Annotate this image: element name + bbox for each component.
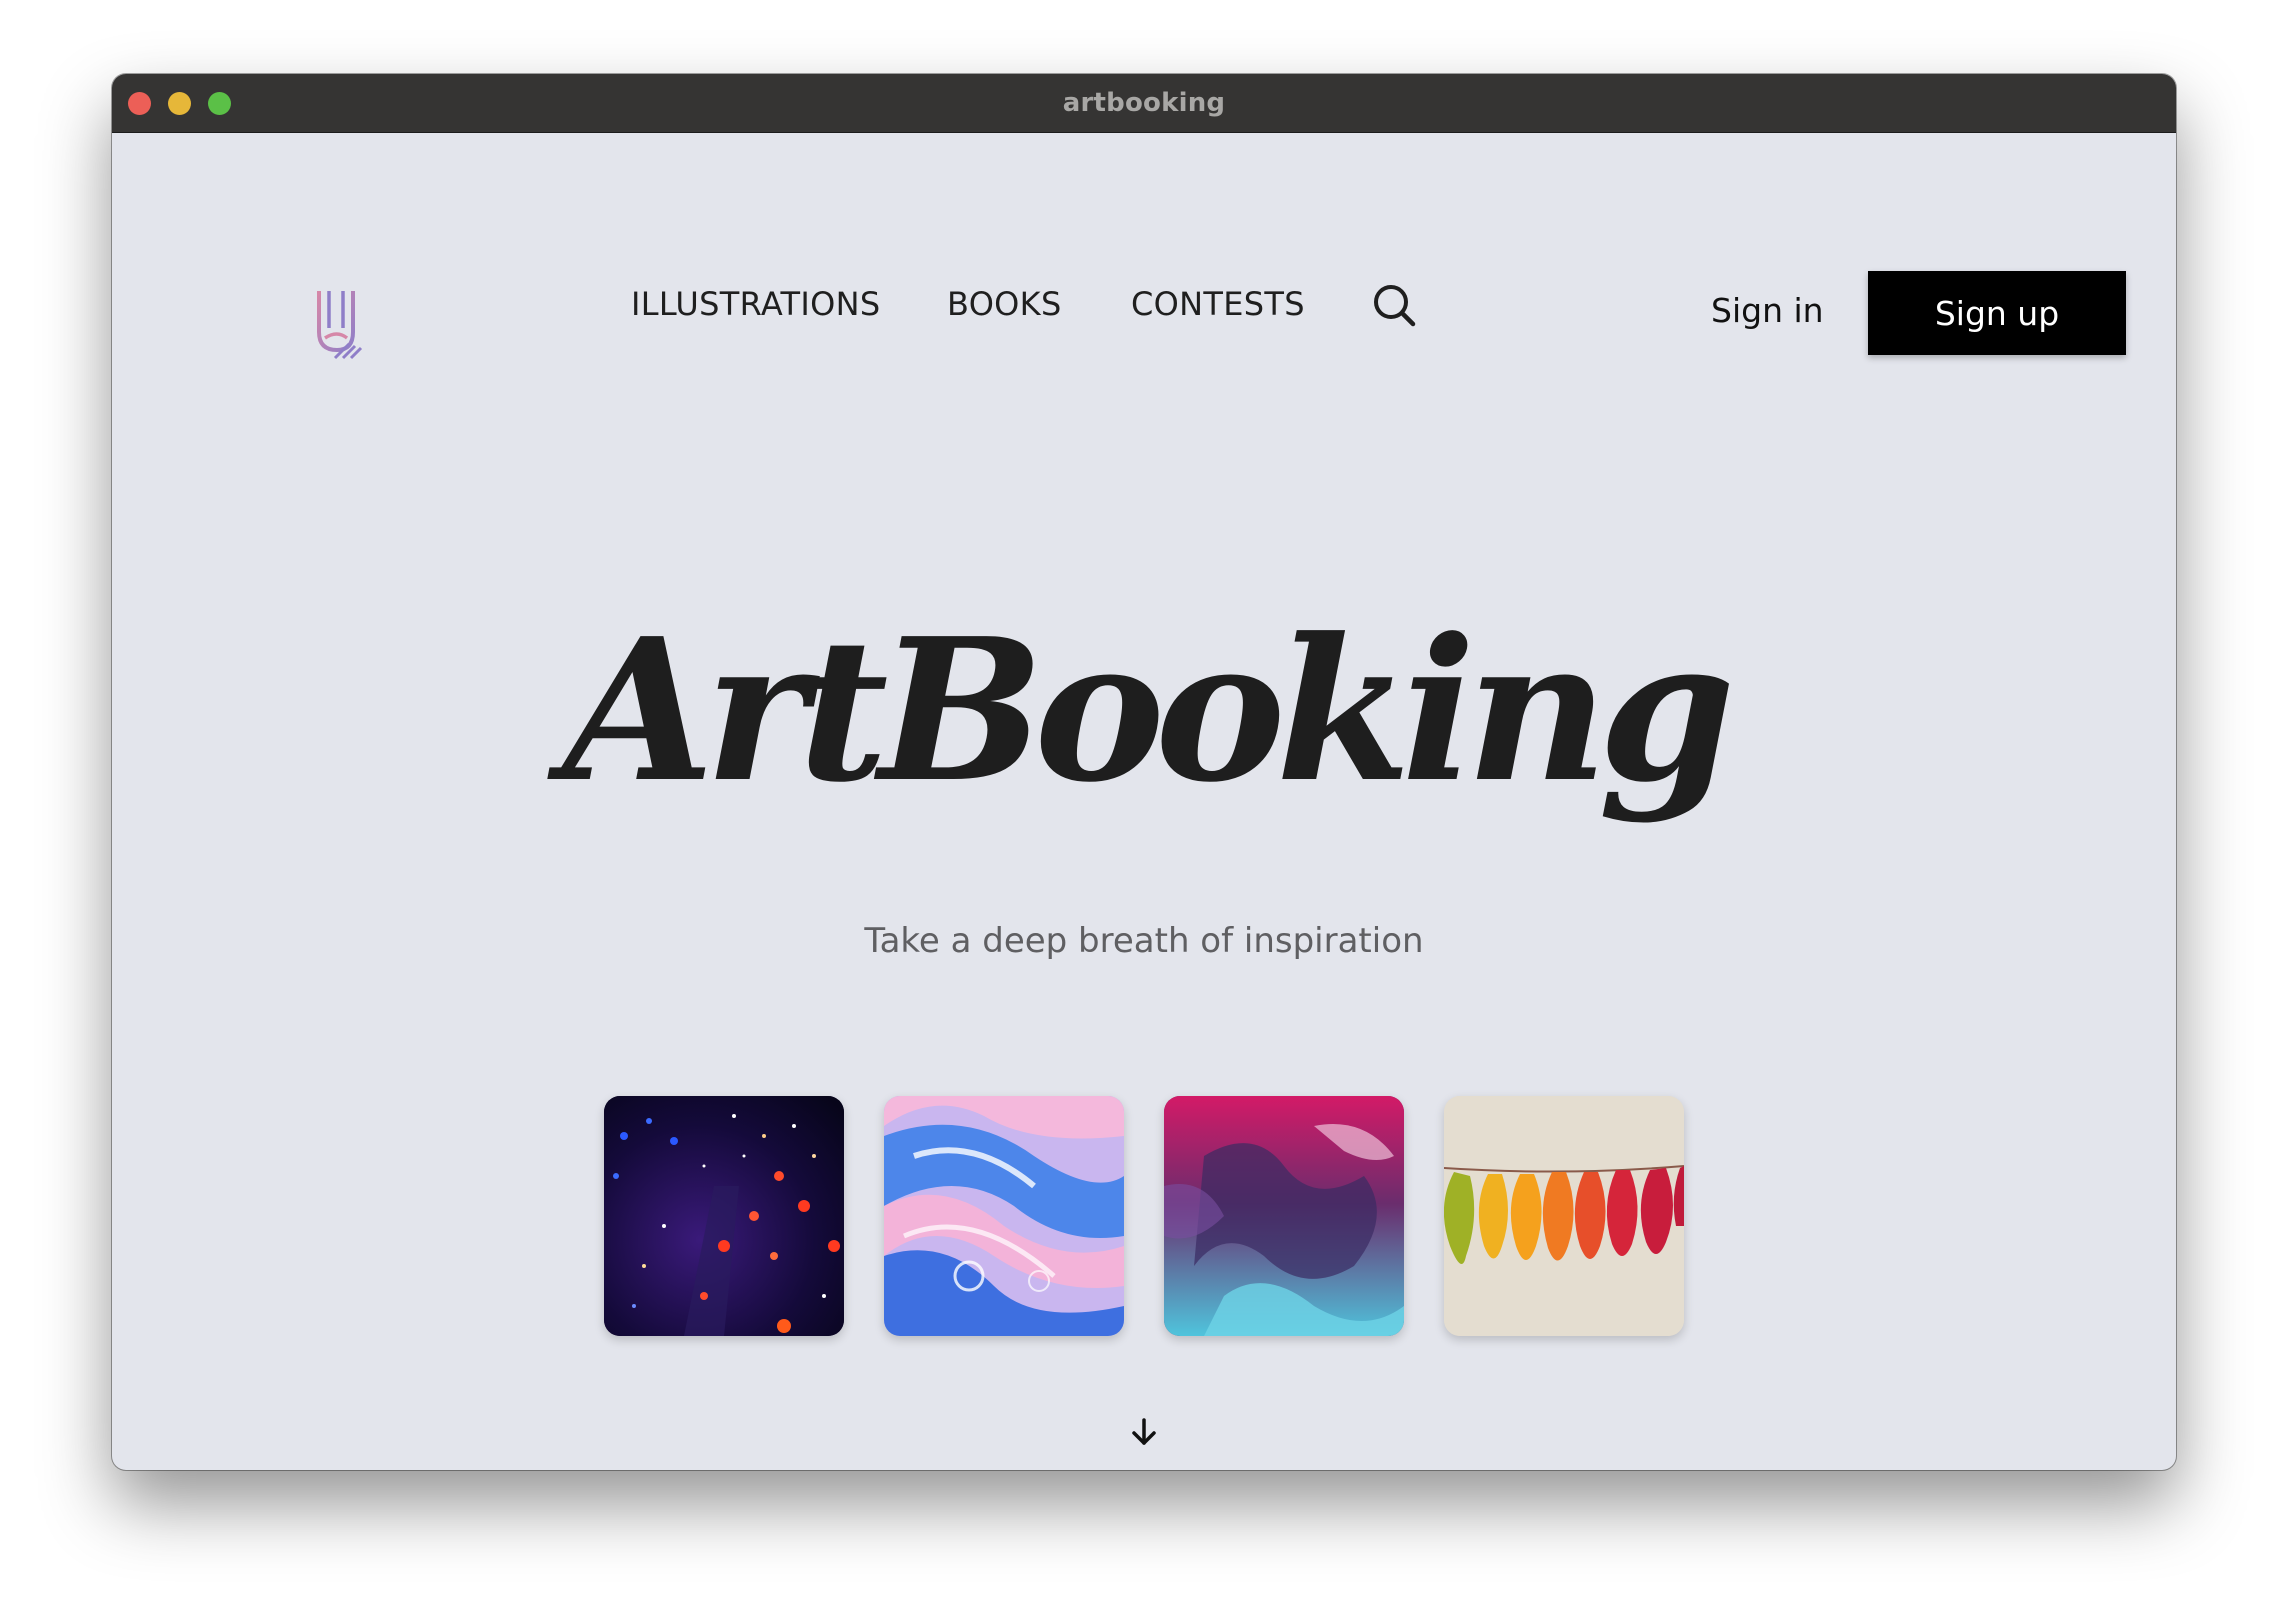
nav-books[interactable]: BOOKS [947, 285, 1062, 323]
sign-up-button[interactable]: Sign up [1868, 271, 2126, 355]
hero-subtitle: Take a deep breath of inspiration [864, 921, 1424, 961]
pink-teal-smoke-thumbnail[interactable] [1164, 1096, 1404, 1336]
sign-in-link[interactable]: Sign in [1711, 291, 1824, 330]
app-window: artbooking ILLUSTRATIONS BOOKS CONTESTS … [112, 74, 2176, 1470]
title-bar: artbooking [112, 74, 2176, 133]
nav-contests[interactable]: CONTESTS [1131, 285, 1305, 323]
page-content: ILLUSTRATIONS BOOKS CONTESTS Sign in Sig… [112, 133, 2176, 1470]
nav-illustrations[interactable]: ILLUSTRATIONS [631, 285, 880, 323]
pencil-logo-icon[interactable] [313, 288, 365, 360]
space-lights-thumbnail[interactable] [604, 1096, 844, 1336]
blue-pink-fluid-thumbnail[interactable] [884, 1096, 1124, 1336]
window-title: artbooking [1062, 88, 1226, 118]
autumn-leaves-thumbnail[interactable] [1444, 1096, 1684, 1336]
arrow-down-icon[interactable] [1128, 1416, 1160, 1448]
search-icon[interactable] [1370, 281, 1418, 329]
hero-title: ArtBooking [562, 596, 1736, 826]
